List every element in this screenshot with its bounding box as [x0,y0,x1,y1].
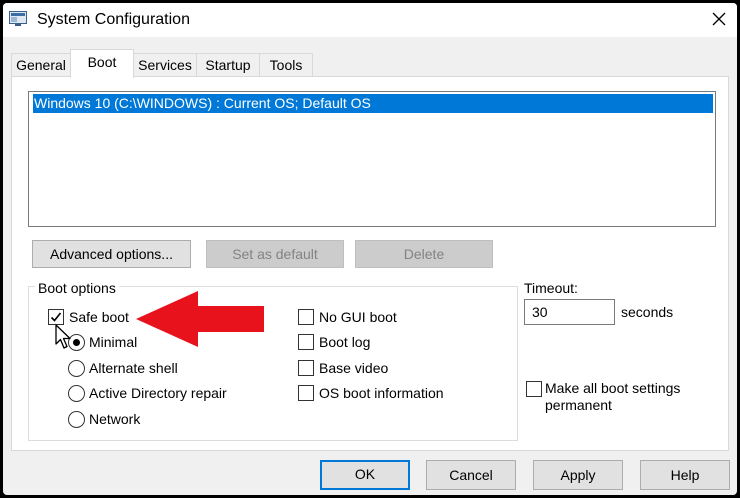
close-button[interactable] [703,5,735,33]
tab-boot[interactable]: Boot [70,49,134,78]
close-icon [712,12,726,26]
no-gui-boot-label: No GUI boot [319,309,397,325]
boot-log-checkbox[interactable]: Boot log [298,333,418,353]
tab-general[interactable]: General [11,53,71,77]
timeout-label: Timeout: [524,280,578,296]
base-video-check-box[interactable] [298,360,314,376]
timeout-input[interactable] [524,299,615,325]
boot-log-label: Boot log [319,334,371,350]
help-button[interactable]: Help [640,460,730,490]
radio-selected-dot [73,339,80,346]
make-permanent-label: Make all boot settings permanent [545,380,681,413]
safe-boot-label: Safe boot [69,309,129,325]
tab-tools[interactable]: Tools [259,53,313,77]
tab-services[interactable]: Services [133,53,197,77]
radio-alternate-shell-button[interactable] [68,360,85,377]
radio-network[interactable]: Network [68,410,168,430]
os-list-item[interactable]: Windows 10 (C:\WINDOWS) : Current OS; De… [33,94,713,113]
msconfig-app-icon [9,11,27,26]
checkmark-icon [50,312,62,322]
safe-boot-check-box[interactable] [48,309,64,325]
ok-button[interactable]: OK [320,460,410,490]
base-video-checkbox[interactable]: Base video [298,359,418,379]
system-configuration-window: System Configuration General Boot Servic… [3,3,737,495]
tab-startup[interactable]: Startup [196,53,260,77]
make-permanent-check-box[interactable] [526,381,542,397]
radio-alternate-shell[interactable]: Alternate shell [68,359,208,379]
radio-active-directory-repair-label: Active Directory repair [89,385,227,401]
radio-alternate-shell-label: Alternate shell [89,360,178,376]
radio-active-directory-repair[interactable]: Active Directory repair [68,384,248,404]
boot-options-label: Boot options [35,280,119,296]
title-bar[interactable]: System Configuration [3,3,737,37]
delete-button[interactable]: Delete [355,240,493,268]
red-arrow-annotation [136,291,264,347]
advanced-options-button[interactable]: Advanced options... [32,240,191,268]
os-boot-information-checkbox[interactable]: OS boot information [298,384,458,404]
radio-network-button[interactable] [68,411,85,428]
boot-tab-panel: Windows 10 (C:\WINDOWS) : Current OS; De… [11,76,729,451]
radio-minimal-label: Minimal [89,334,138,350]
boot-log-check-box[interactable] [298,334,314,350]
mouse-cursor-icon [55,324,71,349]
os-boot-information-label: OS boot information [319,385,444,401]
radio-network-label: Network [89,411,141,427]
os-boot-information-check-box[interactable] [298,385,314,401]
no-gui-boot-checkbox[interactable]: No GUI boot [298,308,418,328]
seconds-label: seconds [621,304,674,320]
cancel-button[interactable]: Cancel [426,460,516,490]
set-as-default-button[interactable]: Set as default [206,240,344,268]
radio-active-directory-repair-button[interactable] [68,385,85,402]
os-list[interactable]: Windows 10 (C:\WINDOWS) : Current OS; De… [28,91,716,227]
base-video-label: Base video [319,360,389,376]
apply-button[interactable]: Apply [533,460,623,490]
no-gui-boot-check-box[interactable] [298,309,314,325]
window-title: System Configuration [37,11,190,28]
